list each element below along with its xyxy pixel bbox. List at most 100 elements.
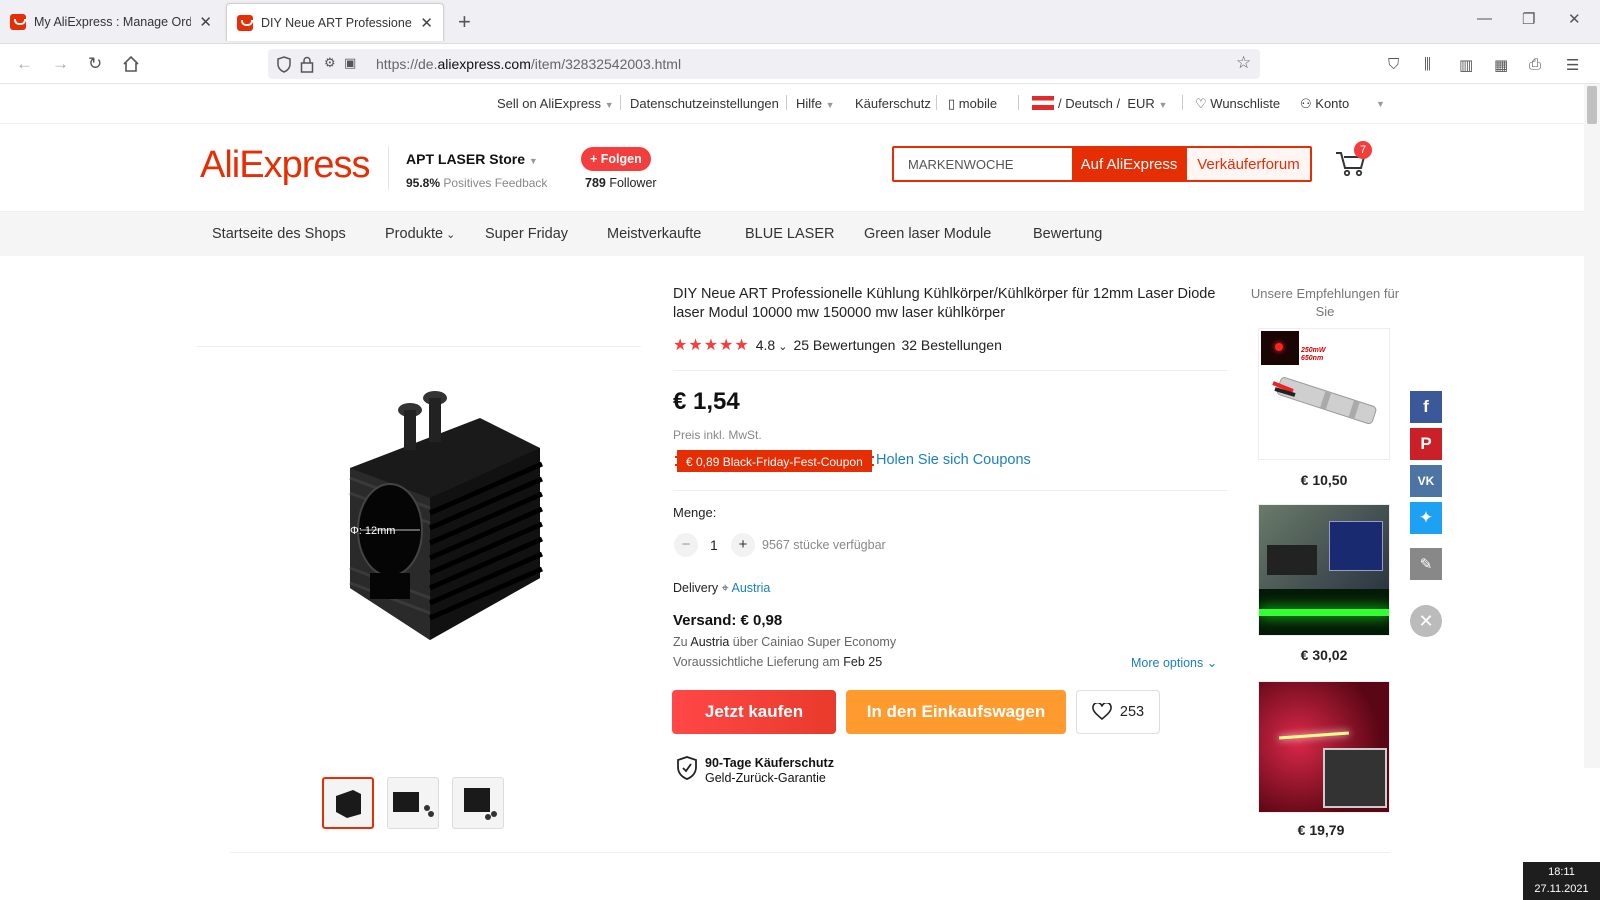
- store-nav-bestsellers[interactable]: Meistverkaufte: [607, 226, 701, 242]
- buy-now-button[interactable]: Jetzt kaufen: [672, 690, 836, 734]
- home-icon[interactable]: [122, 55, 140, 73]
- reader-icon[interactable]: ▦: [1494, 56, 1508, 74]
- heart-icon: [1092, 703, 1112, 721]
- reload-icon[interactable]: ↻: [88, 54, 102, 74]
- red-laser-product-image: [1259, 682, 1389, 812]
- new-tab-icon[interactable]: +: [458, 9, 471, 35]
- sidebar-icon[interactable]: ▥: [1459, 56, 1473, 74]
- twitter-share-icon[interactable]: ✦: [1410, 502, 1442, 534]
- seller-forum-button[interactable]: Verkäuferforum: [1186, 148, 1310, 180]
- url-bar[interactable]: ⚙ ▣ https://de.aliexpress.com/item/32832…: [268, 49, 1260, 79]
- shield-icon[interactable]: [276, 56, 292, 73]
- store-nav-super-friday[interactable]: Super Friday: [485, 226, 568, 242]
- minimize-icon[interactable]: —: [1477, 10, 1492, 27]
- library-icon[interactable]: ⫼: [1424, 56, 1431, 73]
- product-thumbnail[interactable]: [387, 777, 439, 829]
- green-laser-product-image: [1259, 505, 1389, 589]
- close-share-icon[interactable]: ✕: [1410, 605, 1442, 637]
- tab-manage-orders[interactable]: My AliExpress : Manage Orders ✕: [0, 3, 222, 41]
- coupon-badge[interactable]: € 0,89 Black-Friday-Fest-Coupon: [675, 450, 874, 472]
- close-window-icon[interactable]: ✕: [1568, 10, 1581, 28]
- chevron-down-icon[interactable]: ▼: [1376, 99, 1385, 109]
- aliexpress-logo[interactable]: AliExpress: [200, 144, 370, 187]
- delivery-location-link[interactable]: Austria: [731, 581, 770, 595]
- forward-icon[interactable]: →: [52, 54, 69, 74]
- divider: [1182, 95, 1183, 110]
- phone-icon: ▯: [948, 96, 956, 111]
- lock-icon[interactable]: [300, 56, 314, 73]
- quantity-increase-button[interactable]: +: [731, 533, 755, 557]
- scrollbar[interactable]: [1584, 84, 1600, 768]
- buyer-protection: 90-Tage Käuferschutz Geld-Zurück-Garantie: [705, 756, 834, 785]
- orders-count: 32 Bestellungen: [901, 337, 1002, 353]
- delivery-info: Delivery ⌖ Austria: [673, 581, 771, 595]
- recommendation-card[interactable]: 250mW 650nm: [1258, 328, 1390, 460]
- recommendation-card[interactable]: [1258, 504, 1390, 636]
- tab-title: My AliExpress : Manage Orders: [34, 15, 192, 29]
- chevron-down-icon: ▼: [528, 156, 538, 166]
- account-link[interactable]: ⚇ Konto: [1300, 96, 1349, 112]
- store-nav-products[interactable]: Produkte ⌄: [385, 226, 455, 242]
- search-aliexpress-button[interactable]: Auf AliExpress: [1072, 148, 1186, 180]
- mobile-link[interactable]: ▯ mobile: [948, 96, 997, 112]
- pocket-icon[interactable]: ⛉: [1388, 56, 1399, 73]
- product-thumbnail[interactable]: [322, 777, 374, 829]
- shield-check-icon: [677, 756, 697, 780]
- divider: [786, 95, 787, 110]
- vk-share-icon[interactable]: VK: [1410, 465, 1442, 497]
- back-icon[interactable]: ←: [16, 54, 33, 74]
- sell-on-aliexpress-link[interactable]: Sell on AliExpress ▼: [497, 96, 614, 111]
- menu-icon[interactable]: ☰: [1566, 56, 1579, 74]
- permissions-icon[interactable]: ⚙: [324, 55, 336, 71]
- green-beam-image: [1259, 589, 1389, 635]
- close-tab-icon[interactable]: ✕: [420, 14, 433, 32]
- taskbar-clock[interactable]: 18:11 27.11.2021: [1523, 862, 1600, 900]
- recommendation-price[interactable]: € 19,79: [1255, 822, 1387, 838]
- rating-value[interactable]: 4.8 ⌄: [756, 337, 788, 353]
- help-link[interactable]: Hilfe ▼: [796, 96, 835, 111]
- print-icon[interactable]: ⎙: [1529, 56, 1541, 73]
- more-options-link[interactable]: More options ⌄: [1131, 655, 1217, 670]
- wishlist-link[interactable]: ♡ Wunschliste: [1195, 96, 1280, 112]
- url-text[interactable]: https://de.aliexpress.com/item/328325420…: [376, 56, 681, 72]
- add-to-cart-button[interactable]: In den Einkaufswagen: [846, 690, 1066, 734]
- facebook-share-icon[interactable]: f: [1410, 391, 1442, 423]
- store-name[interactable]: APT LASER Store ▼: [406, 151, 538, 167]
- wishlist-button[interactable]: 253: [1076, 690, 1160, 734]
- restore-icon[interactable]: ❐: [1522, 10, 1535, 28]
- buyer-protection-link[interactable]: Käuferschutz: [855, 96, 931, 111]
- store-nav-blue-laser[interactable]: BLUE LASER: [745, 226, 834, 242]
- store-nav-home[interactable]: Startseite des Shops: [212, 226, 346, 242]
- privacy-settings-link[interactable]: Datenschutzeinstellungen: [630, 96, 779, 111]
- quantity-decrease-button[interactable]: −: [674, 533, 698, 557]
- close-tab-icon[interactable]: ✕: [199, 13, 212, 31]
- scrollbar-thumb[interactable]: [1587, 86, 1597, 124]
- tab-product[interactable]: DIY Neue ART Professionelle Kühlung ✕: [226, 3, 444, 41]
- store-feedback: 95.8% Positives Feedback: [406, 176, 548, 190]
- recommendation-price[interactable]: € 30,02: [1258, 647, 1390, 663]
- store-nav-green-laser[interactable]: Green laser Module: [864, 226, 991, 242]
- chevron-down-icon: ⌄: [443, 229, 456, 241]
- laser-module-image: [1272, 377, 1377, 425]
- divider: [673, 370, 1228, 371]
- clock-time: 18:11: [1548, 866, 1575, 878]
- tracking-icon[interactable]: ▣: [344, 55, 356, 71]
- language-currency-selector[interactable]: / Deutsch / EUR ▼: [1032, 96, 1167, 111]
- product-main-image[interactable]: Φ: 12mm: [330, 378, 550, 648]
- recommendation-card[interactable]: [1258, 681, 1390, 813]
- bookmark-star-icon[interactable]: ☆: [1236, 53, 1251, 73]
- product-thumbnail[interactable]: [452, 777, 504, 829]
- get-coupons-link[interactable]: Holen Sie sich Coupons: [876, 452, 1031, 468]
- search-input[interactable]: [894, 148, 1072, 180]
- follow-button[interactable]: + Folgen: [581, 147, 651, 171]
- chevron-down-icon: ▼: [1158, 100, 1168, 110]
- utility-bar: Sell on AliExpress ▼ Datenschutzeinstell…: [0, 84, 1584, 124]
- divider: [230, 852, 1390, 853]
- recommendation-price[interactable]: € 10,50: [1258, 472, 1390, 488]
- spec-badge: 250mW 650nm: [1301, 347, 1326, 362]
- reviews-link[interactable]: 25 Bewertungen: [793, 337, 895, 353]
- edit-pencil-icon[interactable]: ✎: [1410, 548, 1442, 580]
- store-nav-reviews[interactable]: Bewertung: [1033, 226, 1102, 242]
- pinterest-share-icon[interactable]: P: [1410, 428, 1442, 460]
- quantity-value[interactable]: 1: [710, 537, 718, 553]
